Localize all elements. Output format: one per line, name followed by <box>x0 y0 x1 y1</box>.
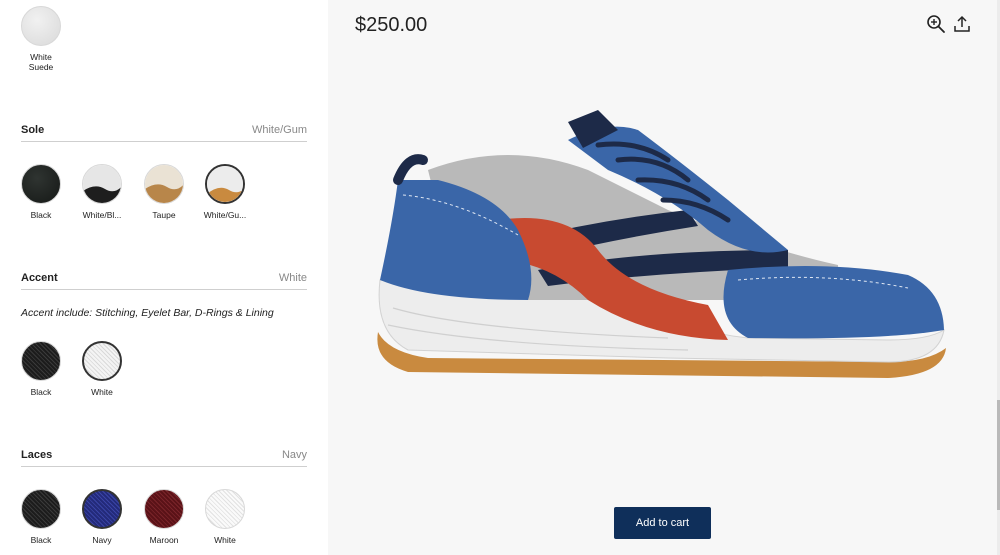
accent-note: Accent include: Stitching, Eyelet Bar, D… <box>21 307 274 319</box>
swatch-laces-navy-label: Navy <box>92 535 112 545</box>
options-panel: White Suede Sole White/Gum Black White/B… <box>0 0 328 555</box>
swatch-white-suede[interactable]: White Suede <box>9 6 73 72</box>
swatch-laces-white-label: White <box>214 535 236 545</box>
swatch-laces-black-circle <box>21 489 61 529</box>
swatch-sole-taupe-circle <box>144 164 184 204</box>
swatch-label: White Suede <box>9 52 73 72</box>
accent-divider <box>21 289 307 290</box>
swatch-sole-white-gum-label: White/Gu... <box>203 210 247 220</box>
swatch-white-suede-label: White Suede <box>28 52 54 72</box>
swatch-sole-white-gum-circle <box>205 164 245 204</box>
laces-title: Laces <box>21 449 53 461</box>
sole-white-gum-graphic <box>207 166 243 202</box>
swatch-accent-black-label: Black <box>30 387 52 397</box>
sole-white-black-graphic <box>83 165 121 203</box>
swatch-laces-black[interactable]: Black <box>9 489 73 545</box>
swatch-sole-taupe-label: Taupe <box>152 210 176 220</box>
swatch-laces-maroon[interactable]: Maroon <box>132 489 196 545</box>
swatch-laces-navy[interactable]: Navy <box>70 489 134 545</box>
swatch-accent-black[interactable]: Black <box>9 341 73 397</box>
swatch-sole-black-circle <box>21 164 61 204</box>
swatch-sole-white-black-circle <box>82 164 122 204</box>
swatch-laces-maroon-label: Maroon <box>149 535 179 545</box>
accent-title: Accent <box>21 272 58 284</box>
swatch-laces-black-label: Black <box>30 535 52 545</box>
accent-selected-value: White <box>278 272 307 284</box>
zoom-in-icon[interactable] <box>925 13 947 35</box>
product-preview: $250.00 Add to cart <box>328 0 1000 555</box>
swatch-sole-white-black-label: White/Bl... <box>82 210 122 220</box>
swatch-sole-white-black[interactable]: White/Bl... <box>70 164 134 220</box>
swatch-accent-black-circle <box>21 341 61 381</box>
sole-selected-value: White/Gum <box>251 124 307 136</box>
swatch-accent-white[interactable]: White <box>70 341 134 397</box>
swatch-accent-white-label: White <box>91 387 113 397</box>
swatch-sole-black-label: Black <box>30 210 52 220</box>
app: White Suede Sole White/Gum Black White/B… <box>0 0 1000 555</box>
swatch-sole-white-gum[interactable]: White/Gu... <box>193 164 257 220</box>
sole-divider <box>21 141 307 142</box>
swatch-laces-white-circle <box>205 489 245 529</box>
add-to-cart-button[interactable]: Add to cart <box>614 507 711 539</box>
product-price: $250.00 <box>355 14 428 36</box>
shoe-image <box>377 110 946 378</box>
laces-selected-value: Navy <box>281 449 307 461</box>
sole-taupe-graphic <box>145 165 183 203</box>
swatch-laces-maroon-circle <box>144 489 184 529</box>
swatch-accent-white-circle <box>82 341 122 381</box>
swatch-laces-navy-circle <box>82 489 122 529</box>
share-upload-icon[interactable] <box>951 13 973 35</box>
sole-title: Sole <box>21 124 45 136</box>
accent-section-header: Accent White <box>21 270 307 286</box>
swatch-white-suede-circle <box>21 6 61 46</box>
shoe-toe <box>723 266 944 339</box>
zoom-in-icon-graphic <box>927 15 945 33</box>
swatch-sole-taupe[interactable]: Taupe <box>132 164 196 220</box>
laces-section-header: Laces Navy <box>21 447 307 463</box>
swatch-sole-black[interactable]: Black <box>9 164 73 220</box>
sole-section-header: Sole White/Gum <box>21 122 307 138</box>
shoe-collar <box>393 154 428 185</box>
laces-divider <box>21 466 307 467</box>
swatch-laces-white[interactable]: White <box>193 489 257 545</box>
share-upload-icon-graphic <box>954 15 970 32</box>
